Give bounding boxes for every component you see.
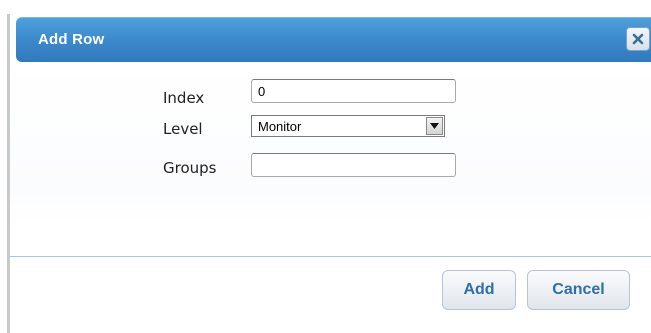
groups-field[interactable] <box>251 153 456 177</box>
groups-label: Groups <box>163 159 217 177</box>
cancel-button[interactable]: Cancel <box>527 270 630 310</box>
chevron-down-icon <box>430 123 439 129</box>
level-select[interactable]: Monitor <box>251 115 445 137</box>
level-selected-value: Monitor <box>258 119 302 134</box>
dialog-title: Add Row <box>38 31 105 48</box>
close-button[interactable] <box>626 27 650 51</box>
add-button[interactable]: Add <box>442 270 516 310</box>
footer-divider <box>10 256 651 257</box>
page: Add Row Index Level Monitor Groups Add C… <box>0 0 651 333</box>
level-label: Level <box>163 120 203 138</box>
close-x-icon <box>632 33 644 45</box>
index-label: Index <box>163 89 205 107</box>
index-field[interactable] <box>251 79 456 103</box>
background-text-fragment <box>38 0 42 6</box>
dropdown-arrow-button[interactable] <box>426 117 443 135</box>
dialog-titlebar[interactable]: Add Row <box>16 17 651 62</box>
add-row-dialog: Add Row Index Level Monitor Groups Add C… <box>10 12 651 333</box>
